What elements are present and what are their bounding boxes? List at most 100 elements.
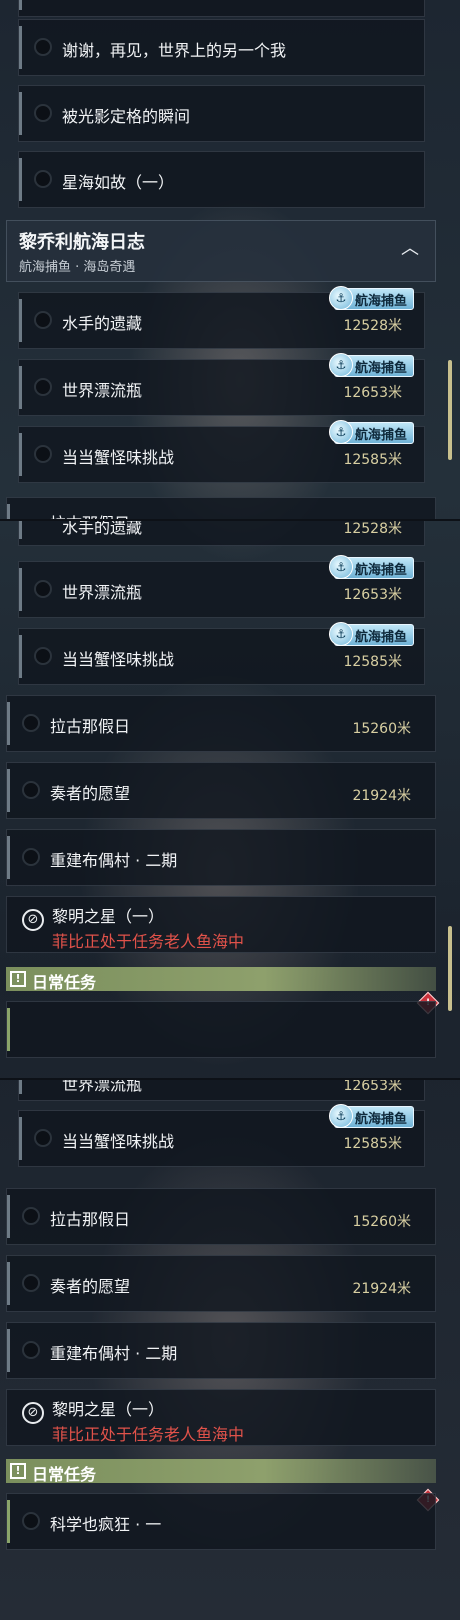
quest-label: 星海如故（一） xyxy=(62,173,175,192)
empty-circle-icon xyxy=(34,38,52,56)
quest-label: 世界漂流瓶 xyxy=(62,381,143,400)
fishing-tag: ⚓ 航海捕鱼 xyxy=(328,555,414,579)
empty-circle-icon xyxy=(34,647,52,665)
quest-item[interactable]: 水手的遗藏 12528米 ⚓ 航海捕鱼 xyxy=(18,286,425,349)
screenshot-segment-3: 世界漂流瓶 12653米 当当蟹怪味挑战 12585米 ⚓ 航海捕鱼 拉古那假日 … xyxy=(0,1080,460,1620)
quest-label: 世界漂流瓶 xyxy=(62,583,143,602)
empty-circle-icon xyxy=(22,1274,40,1292)
quest-distance: 15260米 xyxy=(352,721,411,737)
quest-label: 奏者的愿望 xyxy=(50,1277,131,1296)
quest-item[interactable]: 拉古那假日 15260米 xyxy=(6,1188,436,1245)
empty-circle-icon xyxy=(34,445,52,463)
fishing-tag: ⚓ 航海捕鱼 xyxy=(328,353,414,377)
section-header[interactable]: 黎乔利航海日志 航海捕鱼 · 海岛奇遇 ︿ xyxy=(6,220,436,282)
quest-item-blocked[interactable]: ⊘ 黎明之星（一） 菲比正处于任务老人鱼海中 xyxy=(6,1389,436,1446)
empty-circle-icon xyxy=(34,170,52,188)
quest-distance: 12653米 xyxy=(343,587,402,603)
quest-label: 黎明之星（一） xyxy=(52,907,165,926)
fishing-badge-icon: ⚓ xyxy=(328,622,353,646)
quest-distance: 12585米 xyxy=(343,452,402,468)
daily-section-title: 日常任务 xyxy=(32,973,97,992)
empty-circle-icon xyxy=(22,781,40,799)
fishing-tag: ⚓ 航海捕鱼 xyxy=(328,286,414,310)
quest-label: 黎明之星（一） xyxy=(52,1400,165,1419)
quest-item[interactable]: 奏者的愿望 21924米 xyxy=(6,762,436,819)
fishing-badge-icon: ⚓ xyxy=(328,420,353,444)
quest-distance: 15260米 xyxy=(352,1214,411,1230)
quest-label: 重建布偶村 · 二期 xyxy=(50,1344,178,1363)
quest-item[interactable]: 科学也疯狂 · 一 xyxy=(6,1493,436,1550)
quest-distance: 12585米 xyxy=(343,654,402,670)
blocked-icon: ⊘ xyxy=(22,909,44,931)
quest-label: 世界漂流瓶 xyxy=(62,1080,143,1094)
quest-warning: 菲比正处于任务老人鱼海中 xyxy=(52,1425,245,1444)
quest-distance: 21924米 xyxy=(352,1281,411,1297)
quest-item-blocked[interactable]: ⊘ 黎明之星（一） 菲比正处于任务老人鱼海中 xyxy=(6,896,436,953)
daily-section-header[interactable]: ! 日常任务 xyxy=(6,967,436,992)
empty-circle-icon xyxy=(34,104,52,122)
quest-item-partial[interactable] xyxy=(6,1001,436,1058)
quest-label: 拉古那假日 xyxy=(50,717,131,736)
quest-distance: 12585米 xyxy=(343,1136,402,1152)
empty-circle-icon xyxy=(34,580,52,598)
quest-label: 水手的遗藏 xyxy=(62,521,143,537)
empty-circle-icon xyxy=(22,714,40,732)
alert-square-icon: ! xyxy=(10,1463,26,1479)
blocked-icon: ⊘ xyxy=(22,1402,44,1424)
quest-item[interactable]: 被光影定格的瞬间 xyxy=(18,85,425,142)
empty-circle-icon xyxy=(22,1207,40,1225)
quest-label: 奏者的愿望 xyxy=(50,784,131,803)
quest-distance: 12528米 xyxy=(343,318,402,334)
quest-distance: 12653米 xyxy=(343,385,402,401)
fishing-tag: ⚓ 航海捕鱼 xyxy=(328,420,414,444)
quest-label: 水手的遗藏 xyxy=(62,314,143,333)
quest-item[interactable]: 世界漂流瓶 12653米 ⚓ 航海捕鱼 xyxy=(18,555,425,618)
quest-item[interactable]: 星海如故（一） xyxy=(18,151,425,208)
quest-label: 谢谢，再见，世界上的另一个我 xyxy=(62,41,287,60)
quest-item-partial[interactable]: 拉古那假日 xyxy=(6,497,436,520)
quest-label: 当当蟹怪味挑战 xyxy=(62,1132,175,1151)
quest-item-partial[interactable]: 水手的遗藏 12528米 xyxy=(18,521,425,546)
quest-label: 科学也疯狂 · 一 xyxy=(50,1515,162,1534)
quest-item[interactable]: 谢谢，再见，世界上的另一个我 xyxy=(18,19,425,76)
fishing-tag: ⚓ 航海捕鱼 xyxy=(328,1104,414,1128)
quest-distance: 21924米 xyxy=(352,788,411,804)
fishing-tag: ⚓ 航海捕鱼 xyxy=(328,622,414,646)
quest-warning: 菲比正处于任务老人鱼海中 xyxy=(52,932,245,951)
fishing-badge-icon: ⚓ xyxy=(328,1104,353,1128)
empty-circle-icon xyxy=(22,1512,40,1530)
quest-item[interactable]: 当当蟹怪味挑战 12585米 ⚓ 航海捕鱼 xyxy=(18,420,425,483)
screenshot-segment-1: 谢谢，再见，世界上的另一个我 被光影定格的瞬间 星海如故（一） 黎乔利航海日志 … xyxy=(0,0,460,520)
quest-item-partial[interactable] xyxy=(18,0,425,17)
quest-label: 被光影定格的瞬间 xyxy=(62,107,191,126)
chevron-up-icon[interactable]: ︿ xyxy=(401,240,419,258)
empty-circle-icon xyxy=(22,848,40,866)
section-subtitle: 航海捕鱼 · 海岛奇遇 xyxy=(19,260,136,275)
quest-item[interactable]: 拉古那假日 15260米 xyxy=(6,695,436,752)
quest-item[interactable]: 当当蟹怪味挑战 12585米 ⚓ 航海捕鱼 xyxy=(18,1104,425,1167)
quest-item[interactable]: 重建布偶村 · 二期 xyxy=(6,829,436,886)
quest-item[interactable]: 当当蟹怪味挑战 12585米 ⚓ 航海捕鱼 xyxy=(18,622,425,685)
fishing-badge-icon: ⚓ xyxy=(328,353,353,377)
quest-label: 当当蟹怪味挑战 xyxy=(62,650,175,669)
quest-item[interactable]: 奏者的愿望 21924米 xyxy=(6,1255,436,1312)
daily-section-header[interactable]: ! 日常任务 xyxy=(6,1459,436,1484)
empty-circle-icon xyxy=(34,1129,52,1147)
fishing-badge-icon: ⚓ xyxy=(328,555,353,579)
quest-label: 拉古那假日 xyxy=(50,1210,131,1229)
quest-distance: 12653米 xyxy=(343,1080,402,1094)
empty-circle-icon xyxy=(34,311,52,329)
quest-item[interactable]: 世界漂流瓶 12653米 ⚓ 航海捕鱼 xyxy=(18,353,425,416)
quest-item[interactable]: 重建布偶村 · 二期 xyxy=(6,1322,436,1379)
fishing-badge-icon: ⚓ xyxy=(328,286,353,310)
alert-square-icon: ! xyxy=(10,971,26,987)
quest-item-partial[interactable]: 世界漂流瓶 12653米 xyxy=(18,1080,425,1101)
quest-distance: 12528米 xyxy=(343,521,402,537)
empty-circle-icon xyxy=(22,1341,40,1359)
quest-label: 当当蟹怪味挑战 xyxy=(62,448,175,467)
quest-label: 重建布偶村 · 二期 xyxy=(50,851,178,870)
daily-section-title: 日常任务 xyxy=(32,1465,97,1484)
empty-circle-icon xyxy=(34,378,52,396)
scrollbar-thumb[interactable] xyxy=(448,926,452,1011)
scrollbar-thumb[interactable] xyxy=(448,360,452,460)
